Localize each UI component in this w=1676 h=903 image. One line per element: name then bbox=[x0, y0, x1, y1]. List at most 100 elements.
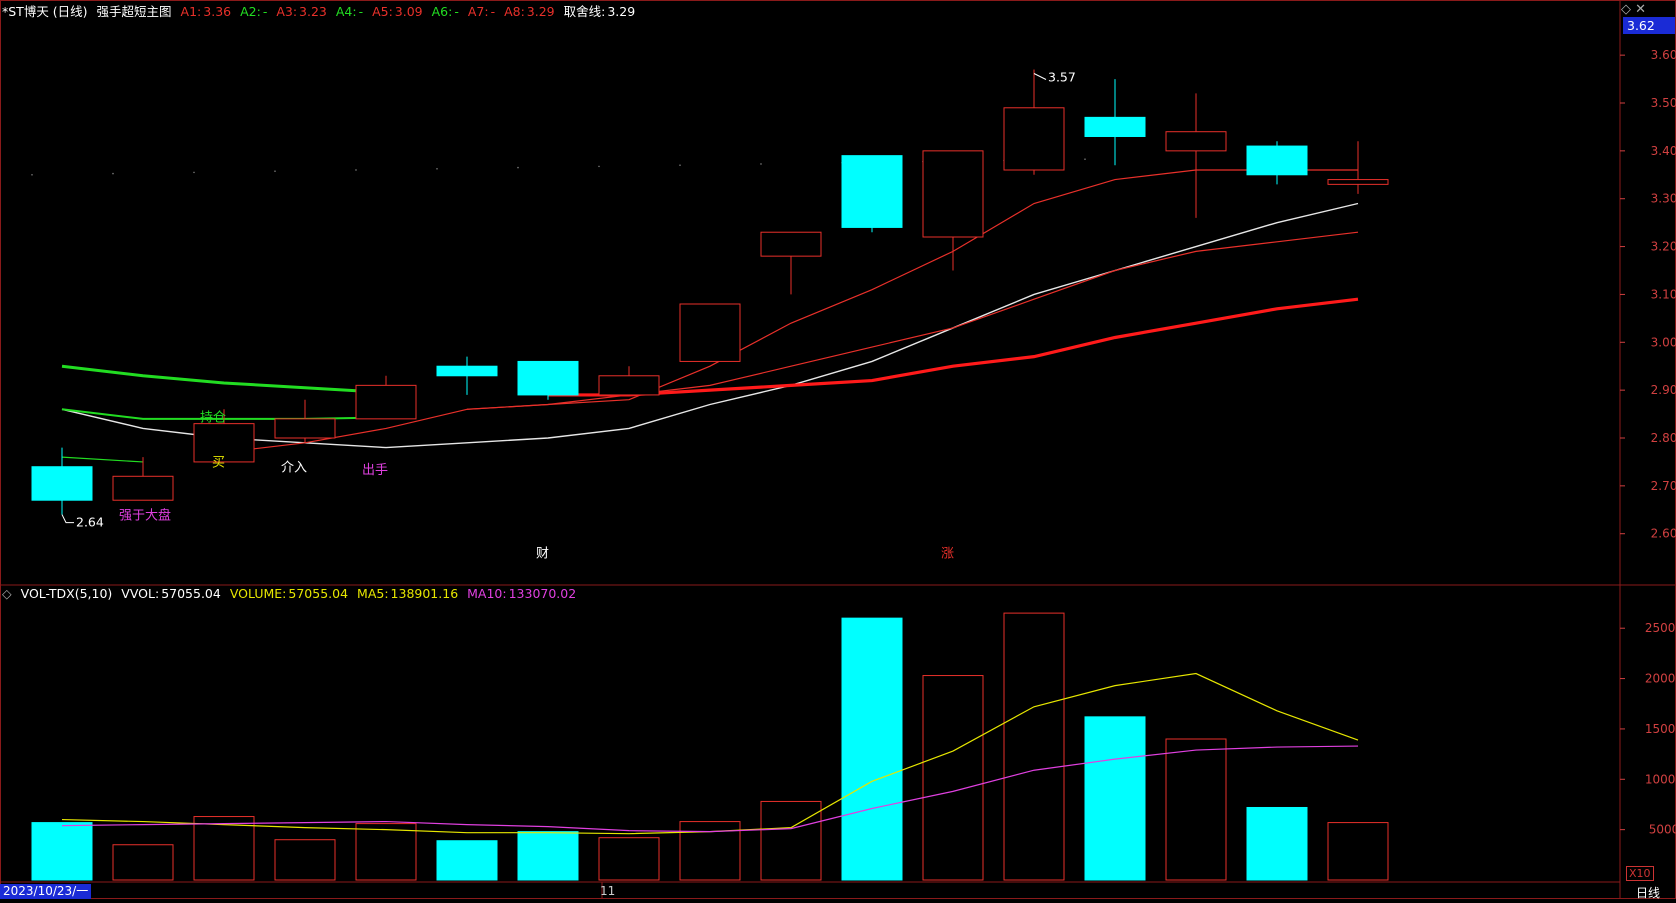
price-tick-label: 3.20 bbox=[1651, 240, 1676, 254]
volume-tick-label: 15000 bbox=[1645, 722, 1676, 736]
vol-indicator-name[interactable]: VOL-TDX(5,10) bbox=[21, 586, 113, 601]
vvol-value: 57055.04 bbox=[161, 586, 221, 601]
volume-bar[interactable] bbox=[598, 837, 660, 881]
candle-body[interactable] bbox=[598, 375, 660, 396]
a7-value: - bbox=[490, 4, 496, 19]
volume-bar[interactable] bbox=[1084, 716, 1146, 881]
reference-dot bbox=[679, 164, 681, 166]
signal-label: 强于大盘 bbox=[119, 507, 171, 523]
volume-value: 57055.04 bbox=[288, 586, 349, 601]
volume-bar[interactable] bbox=[436, 840, 498, 881]
volume-multiplier: X10 bbox=[1626, 866, 1654, 881]
last-price-badge: 3.62 bbox=[1623, 17, 1675, 34]
volume-tick-label: 20000 bbox=[1645, 672, 1676, 686]
volume-bar[interactable] bbox=[274, 839, 336, 881]
volume-bar[interactable] bbox=[1246, 806, 1308, 881]
qsx-label: 取舍线: bbox=[563, 4, 606, 19]
ma10-value: 133070.02 bbox=[508, 586, 577, 601]
candle-body[interactable] bbox=[1327, 179, 1389, 185]
volume-label: VOLUME: bbox=[229, 586, 287, 601]
a2-value: - bbox=[262, 4, 268, 19]
month-axis-label: 11 bbox=[600, 884, 616, 898]
ma-line-red-thick bbox=[548, 297, 1359, 397]
candle-body[interactable] bbox=[922, 150, 984, 238]
price-tick-label: 3.50 bbox=[1651, 96, 1676, 110]
volume-bar[interactable] bbox=[31, 822, 93, 881]
volume-bar[interactable] bbox=[760, 800, 822, 881]
candle-body[interactable] bbox=[31, 466, 93, 501]
close-icon[interactable]: ✕ bbox=[1635, 2, 1646, 17]
volume-bar[interactable] bbox=[517, 831, 579, 881]
volume-bar[interactable] bbox=[355, 823, 417, 881]
price-tick-label: 3.10 bbox=[1651, 287, 1676, 301]
low-price-label: 2.64 bbox=[76, 515, 104, 530]
candle-body[interactable] bbox=[1165, 131, 1227, 152]
price-tick-label: 2.60 bbox=[1651, 527, 1676, 541]
volume-bar[interactable] bbox=[112, 844, 174, 881]
vvol-label: VVOL: bbox=[121, 586, 160, 601]
candle-body[interactable] bbox=[517, 360, 579, 396]
candle-body[interactable] bbox=[1003, 107, 1065, 171]
price-tick-label: 3.40 bbox=[1651, 144, 1676, 158]
indicator-name[interactable]: 强手超短主图 bbox=[97, 4, 172, 19]
volume-tick-label: 25000 bbox=[1645, 621, 1676, 635]
signal-label: 持仓 bbox=[200, 410, 226, 425]
volume-bar[interactable] bbox=[1003, 612, 1065, 881]
candle-body[interactable] bbox=[760, 231, 822, 257]
a6-value: - bbox=[454, 4, 459, 19]
reference-dot bbox=[760, 163, 762, 165]
reference-dot bbox=[112, 172, 114, 175]
ma5-label: MA5: bbox=[357, 586, 389, 601]
price-tick-label: 2.80 bbox=[1651, 431, 1676, 445]
reference-dot bbox=[31, 173, 33, 176]
main-chart-header: *ST博天 (日线) 强手超短主图 A1: 3.36 A2: - A3: 3.23 A… bbox=[2, 1, 640, 21]
volume-bar[interactable] bbox=[1327, 822, 1389, 881]
price-tick-label: 2.90 bbox=[1651, 383, 1676, 397]
volume-bar[interactable] bbox=[193, 816, 255, 881]
price-tick-label: 3.60 bbox=[1651, 48, 1676, 62]
volume-bar[interactable] bbox=[841, 617, 903, 881]
window-controls: ◇ ✕ bbox=[1621, 2, 1646, 17]
volume-ma10-line bbox=[61, 745, 1359, 833]
price-tick-label: 2.70 bbox=[1651, 479, 1676, 493]
candle-body[interactable] bbox=[112, 475, 174, 501]
price-tick-label: 3.30 bbox=[1651, 192, 1676, 206]
a7-label: A7: bbox=[467, 4, 489, 19]
a8-label: A8: bbox=[504, 4, 525, 19]
candle-body[interactable] bbox=[355, 384, 417, 420]
a5-label: A5: bbox=[372, 4, 393, 19]
a4-label: A4: bbox=[335, 4, 357, 19]
volume-bar[interactable] bbox=[922, 675, 984, 881]
reference-dot bbox=[598, 165, 600, 168]
volume-tick-label: 10000 bbox=[1645, 772, 1676, 786]
a5-value: 3.09 bbox=[394, 4, 423, 19]
price-tick-label: 3.00 bbox=[1651, 335, 1676, 349]
ma-line-green-thick bbox=[61, 364, 387, 395]
candle-body[interactable] bbox=[841, 155, 903, 228]
a1-value: 3.36 bbox=[203, 4, 232, 19]
reference-dot bbox=[193, 171, 195, 174]
start-date-label: 2023/10/23/一 bbox=[0, 884, 92, 899]
qsx-value: 3.29 bbox=[607, 4, 636, 19]
low-marker-arrow bbox=[61, 514, 74, 524]
diamond-icon[interactable]: ◇ bbox=[1621, 2, 1631, 17]
a8-value: 3.29 bbox=[526, 4, 555, 19]
volume-tick-label: 5000 bbox=[1649, 823, 1676, 837]
chart-stage[interactable]: 3.60 3.50 3.40 3.30 3.20 3.10 3.00 2.90 2.80 2.70… bbox=[0, 0, 1676, 901]
candle-body[interactable] bbox=[436, 365, 498, 377]
chart-canvas[interactable]: 3.60 3.50 3.40 3.30 3.20 3.10 3.00 2.90 2.80 2.70… bbox=[0, 0, 1676, 899]
symbol-title[interactable]: *ST博天 (日线) bbox=[2, 4, 88, 19]
candle-body[interactable] bbox=[274, 418, 336, 439]
period-label[interactable]: 日线 bbox=[1636, 884, 1660, 901]
vol-collapse-icon[interactable]: ◇ bbox=[2, 586, 12, 601]
candle-body[interactable] bbox=[1246, 145, 1308, 176]
candle-body[interactable] bbox=[1084, 116, 1146, 137]
reference-dot bbox=[1084, 158, 1086, 160]
candle-body[interactable] bbox=[679, 303, 741, 362]
a3-value: 3.23 bbox=[299, 4, 327, 19]
a3-label: A3: bbox=[276, 4, 298, 19]
signal-label: 财 bbox=[536, 547, 549, 562]
volume-bar[interactable] bbox=[1165, 738, 1227, 881]
reference-dot bbox=[517, 166, 519, 169]
signal-label: 涨 bbox=[941, 547, 954, 562]
